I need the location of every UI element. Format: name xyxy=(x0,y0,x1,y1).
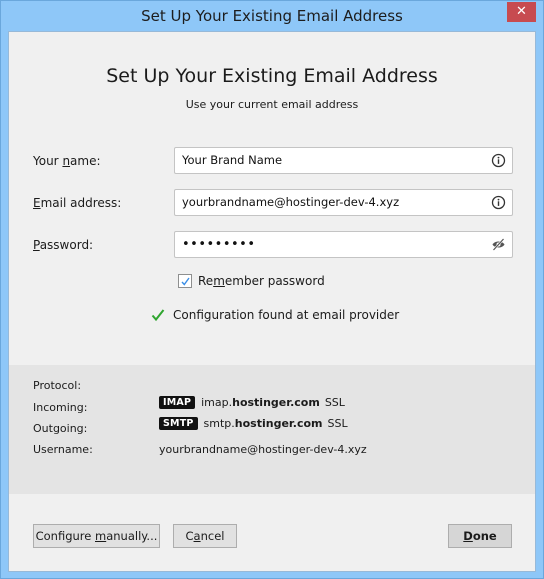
page-subtitle: Use your current email address xyxy=(185,98,359,111)
email-label: Email address: xyxy=(33,196,122,210)
name-field[interactable]: Your Brand Name xyxy=(174,147,513,174)
check-icon xyxy=(181,277,190,286)
window-title: Set Up Your Existing Email Address xyxy=(141,7,403,25)
remember-label: Remember password xyxy=(198,274,325,288)
username-label: Username: xyxy=(33,443,93,456)
incoming-security: SSL xyxy=(324,396,345,409)
info-icon[interactable] xyxy=(491,195,506,210)
cancel-button[interactable]: Cancel xyxy=(173,524,237,548)
name-label: Your name: xyxy=(33,154,101,168)
checkmark-icon xyxy=(151,309,165,322)
smtp-badge: SMTP xyxy=(159,417,198,430)
server-details-panel: Protocol: Incoming: Outgoing: Username: … xyxy=(9,365,535,494)
password-label: Password: xyxy=(33,238,94,252)
checkbox-box[interactable] xyxy=(178,274,192,288)
info-icon[interactable] xyxy=(491,153,506,168)
email-value: yourbrandname@hostinger-dev-4.xyz xyxy=(182,195,400,209)
outgoing-server: SMTP smtp. hostinger.com SSL xyxy=(159,417,348,430)
dialog-content: Set Up Your Existing Email Address Use y… xyxy=(8,31,536,572)
eye-slash-icon[interactable] xyxy=(491,237,506,252)
dialog-window: Set Up Your Existing Email Address ✕ Set… xyxy=(0,0,544,579)
status-text: Configuration found at email provider xyxy=(173,308,400,322)
close-button[interactable]: ✕ xyxy=(507,2,536,22)
close-icon: ✕ xyxy=(516,4,527,19)
page-title: Set Up Your Existing Email Address xyxy=(106,65,438,87)
imap-badge: IMAP xyxy=(159,396,196,409)
password-value: ••••••••• xyxy=(182,237,256,252)
protocol-label: Protocol: xyxy=(33,379,82,392)
outgoing-security: SSL xyxy=(327,417,348,430)
configure-manually-button[interactable]: Configure manually... xyxy=(33,524,160,548)
config-status: Configuration found at email provider xyxy=(151,308,399,322)
username-value: yourbrandname@hostinger-dev-4.xyz xyxy=(159,443,367,456)
done-button[interactable]: Done xyxy=(448,524,512,548)
remember-password-checkbox[interactable]: Remember password xyxy=(178,274,325,288)
incoming-server: IMAP imap. hostinger.com SSL xyxy=(159,396,345,409)
password-field[interactable]: ••••••••• xyxy=(174,231,513,258)
incoming-label: Incoming: xyxy=(33,401,88,414)
email-field[interactable]: yourbrandname@hostinger-dev-4.xyz xyxy=(174,189,513,216)
outgoing-label: Outgoing: xyxy=(33,422,88,435)
name-value: Your Brand Name xyxy=(182,153,283,167)
